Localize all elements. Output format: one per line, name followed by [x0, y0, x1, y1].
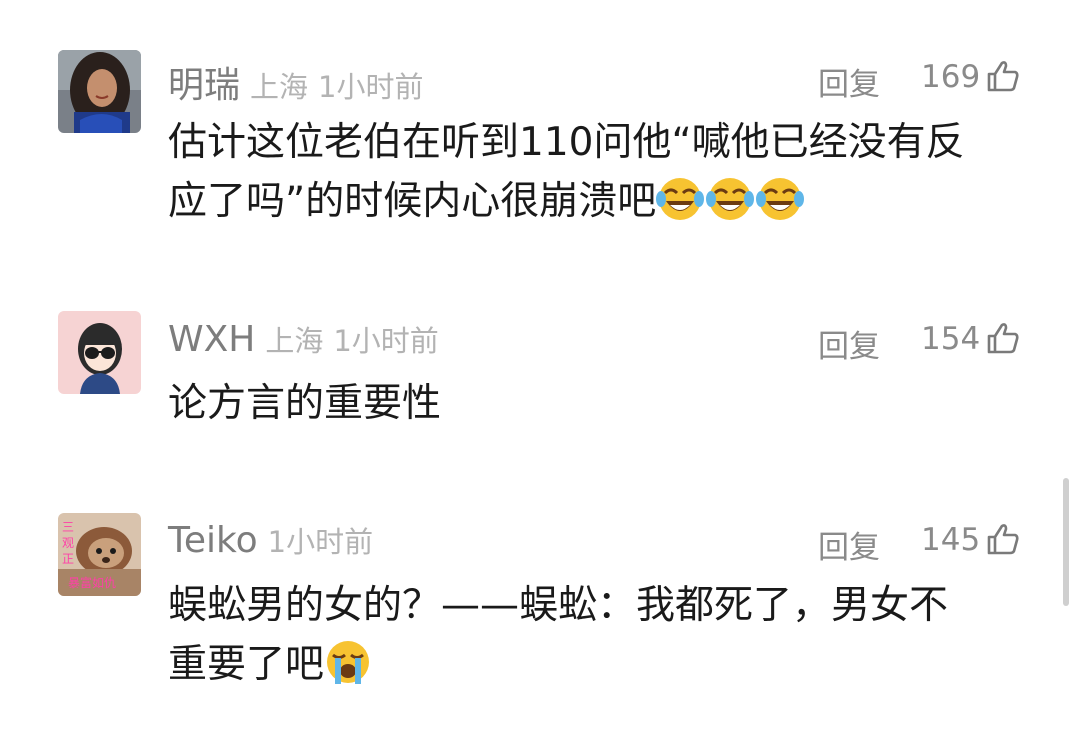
- thumbs-up-icon[interactable]: [985, 521, 1021, 557]
- comment-text: 论方言的重要性: [168, 374, 1028, 433]
- avatar-caption: 暴富如仇: [68, 575, 116, 590]
- location: 上海: [265, 324, 324, 358]
- username[interactable]: 明瑞 上海 1小时前: [168, 56, 423, 108]
- thumbs-up-icon[interactable]: [985, 320, 1021, 356]
- timestamp: 1小时前: [333, 324, 439, 358]
- location: 上海: [250, 70, 309, 104]
- reply-button[interactable]: 回复: [818, 522, 880, 567]
- username[interactable]: Teiko 1小时前: [168, 519, 373, 561]
- reply-button[interactable]: 回复: [818, 321, 880, 366]
- comment-line-2: 重要了吧: [168, 635, 1028, 694]
- comment-line: 蜈蚣男的女的？——蜈蚣：我都死了，男女不: [168, 583, 949, 628]
- username-text[interactable]: Teiko: [168, 520, 258, 561]
- comment-text: 蜈蚣男的女的？——蜈蚣：我都死了，男女不 重要了吧: [168, 576, 1028, 694]
- avatar-caption: 三: [62, 520, 74, 534]
- avatar-caption: 正: [62, 552, 74, 566]
- laughing-tears-emoji: [756, 178, 805, 220]
- thumbs-up-icon[interactable]: [985, 58, 1021, 94]
- username-text[interactable]: 明瑞: [168, 65, 240, 106]
- comment-line-text: 重要了吧: [168, 642, 325, 687]
- comment-line-2: 应了吗”的时候内心很崩溃吧: [168, 172, 1028, 231]
- comment-line: 论方言的重要性: [168, 381, 442, 426]
- username-text[interactable]: WXH: [168, 319, 255, 360]
- laughing-tears-emoji: [706, 178, 755, 220]
- timestamp: 1小时前: [318, 70, 424, 104]
- comment-text: 估计这位老伯在听到110问他“喊他已经没有反 应了吗”的时候内心很崩溃吧: [168, 113, 1028, 231]
- timestamp: 1小时前: [267, 525, 374, 559]
- like-count: 154: [921, 321, 981, 357]
- username[interactable]: WXH 上海 1小时前: [168, 318, 439, 360]
- laughing-tears-emoji: [656, 178, 705, 220]
- avatar-caption: 观: [62, 536, 74, 550]
- comment-line: 估计这位老伯在听到110问他“喊他已经没有反: [168, 120, 965, 165]
- like-count: 145: [921, 522, 981, 558]
- avatar[interactable]: [58, 311, 141, 394]
- comment-line-text: 应了吗”的时候内心很崩溃吧: [168, 179, 657, 224]
- avatar[interactable]: 三 观 正 暴富如仇: [58, 513, 141, 596]
- scrollbar[interactable]: [1063, 478, 1069, 606]
- reply-button[interactable]: 回复: [818, 59, 880, 104]
- loudly-crying-emoji: [327, 641, 370, 684]
- avatar[interactable]: [58, 50, 141, 133]
- like-count: 169: [921, 59, 981, 95]
